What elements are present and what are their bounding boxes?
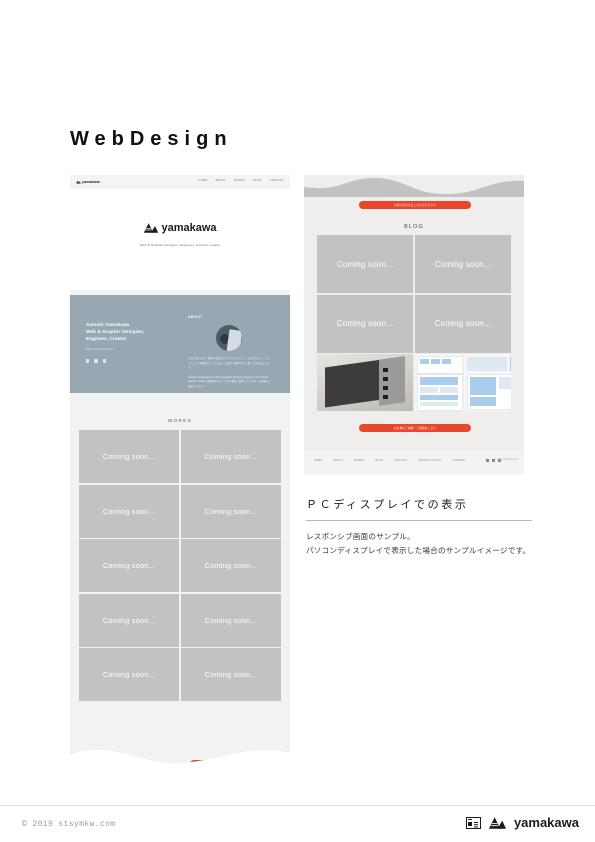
pc-footer-copyright: © 2019 stsymkw.com bbox=[494, 459, 518, 461]
pc-cta-top-label: お問い合わせはこちらからどうぞ bbox=[394, 203, 436, 207]
pc-footer-nav-blog[interactable]: BLOG bbox=[375, 459, 383, 462]
pc-cta-top-button[interactable]: お問い合わせはこちらからどうぞ bbox=[359, 201, 471, 209]
work-tile-label: Coming soon... bbox=[204, 452, 258, 461]
pc-footer-nav-contact[interactable]: CONTACT bbox=[394, 459, 407, 462]
mobile-about-paragraph-1: 山川と申します。神奈川を拠点にウェブとグラフィックのデザイン、フロントエンド開発… bbox=[188, 357, 270, 370]
work-tile[interactable]: Coming soon... bbox=[180, 593, 281, 647]
pc-footer-nav-about[interactable]: ABOUT bbox=[333, 459, 343, 462]
mountain-icon bbox=[144, 223, 159, 233]
mobile-about-more-button[interactable]: more bbox=[188, 395, 272, 399]
mobile-about-url[interactable]: https://stsymkw.com bbox=[86, 348, 174, 351]
pc-blog-grid: Coming soon... Coming soon... Coming soo… bbox=[317, 235, 511, 353]
mobile-hero-logo: yamakawa bbox=[143, 222, 217, 234]
blog-tile-label: Coming soon... bbox=[434, 319, 492, 328]
mobile-about-paragraph-2: Satoshi Yamakawa is a Web & Graphic Desi… bbox=[188, 375, 271, 388]
mobile-works-heading: WORKS bbox=[167, 418, 193, 423]
mobile-nav-item-about[interactable]: ABOUT bbox=[215, 179, 225, 182]
mobile-about-more-label: more bbox=[193, 395, 200, 399]
avatar bbox=[216, 325, 242, 351]
social-icon-1[interactable] bbox=[86, 359, 90, 363]
wireframe-thumbnail-a[interactable] bbox=[414, 354, 462, 411]
pc-blog-heading: BLOG bbox=[404, 224, 424, 230]
pc-cta-bottom-button[interactable]: お仕事のご依頼・ご相談はこちら bbox=[359, 424, 471, 432]
work-tile[interactable]: Coming soon... bbox=[180, 484, 281, 538]
mobile-topbar: yamakawa HOME ABOUT WORKS BLOG CONTACT bbox=[70, 175, 290, 189]
building-photo-thumbnail[interactable] bbox=[317, 354, 413, 411]
pc-mockup: お問い合わせはこちらからどうぞ BLOG Coming soon... Comi… bbox=[304, 175, 524, 475]
work-tile-label: Coming soon... bbox=[204, 561, 258, 570]
mobile-about-section: Satoshi Yamakawa Web & Graphic Designer,… bbox=[70, 295, 290, 399]
mountain-icon bbox=[76, 180, 81, 184]
pc-footer-nav-sitemap[interactable]: SITEMAP bbox=[453, 459, 465, 462]
browser-window-icon bbox=[465, 816, 481, 829]
mobile-hero-wordmark: yamakawa bbox=[161, 222, 217, 234]
footer-copyright: © 2019 stsymkw.com bbox=[22, 820, 116, 829]
work-tile[interactable]: Coming soon... bbox=[79, 648, 180, 701]
social-icon-2[interactable] bbox=[94, 359, 98, 363]
page-root: WebDesign yamakawa HOME ABOUT WORKS BLOG… bbox=[0, 0, 595, 842]
caption-divider bbox=[306, 520, 532, 521]
caption-block: ＰＣディスプレイでの表示 レスポンシブ画面のサンプル。 パソコンディスプレイで表… bbox=[306, 496, 532, 558]
blog-tile[interactable]: Coming soon... bbox=[414, 294, 511, 353]
mobile-about-name: Satoshi Yamakawa Web & Graphic Designer,… bbox=[86, 322, 145, 342]
footer-divider bbox=[0, 805, 595, 806]
pc-footer-nav-privacy[interactable]: PRIVACY POLICY bbox=[418, 459, 441, 462]
work-tile-label: Coming soon... bbox=[204, 506, 258, 516]
mountain-icon bbox=[488, 816, 506, 829]
blog-tile-label: Coming soon... bbox=[336, 319, 394, 328]
wireframe-thumbnail-b[interactable] bbox=[463, 354, 511, 411]
page-title: WebDesign bbox=[70, 128, 233, 150]
work-tile-label: Coming soon... bbox=[102, 452, 156, 461]
blog-tile[interactable]: Coming soon... bbox=[317, 235, 414, 293]
wave-divider-icon bbox=[304, 175, 524, 195]
caption-body: レスポンシブ画面のサンプル。 パソコンディスプレイで表示した場合のサンプルイメー… bbox=[306, 532, 531, 556]
work-tile-label: Coming soon... bbox=[102, 670, 156, 679]
mobile-nav: HOME ABOUT WORKS BLOG CONTACT bbox=[198, 179, 284, 182]
mobile-nav-item-works[interactable]: WORKS bbox=[234, 179, 245, 182]
mobile-about-right: ABOUT 山川と申します。神奈川を拠点にウェブとグラフィックのデザイン、フロン… bbox=[188, 315, 272, 399]
work-tile-label: Coming soon... bbox=[102, 506, 156, 516]
work-tile-label: Coming soon... bbox=[102, 561, 156, 570]
work-tile[interactable]: Coming soon... bbox=[79, 430, 180, 483]
work-tile[interactable]: Coming soon... bbox=[180, 539, 281, 592]
work-tile[interactable]: Coming soon... bbox=[180, 430, 281, 483]
work-tile-label: Coming soon... bbox=[204, 615, 258, 625]
caption-title: ＰＣディスプレイでの表示 bbox=[306, 499, 469, 511]
pc-footer-nav-works[interactable]: WORKS bbox=[354, 459, 364, 462]
footer-wordmark: yamakawa bbox=[513, 815, 579, 830]
mobile-hero-section: yamakawa HOME ABOUT WORKS BLOG CONTACT y… bbox=[70, 175, 290, 290]
pc-cta-bottom-label: お仕事のご依頼・ご相談はこちら bbox=[394, 426, 436, 430]
pc-footer: HOME ABOUT WORKS BLOG CONTACT PRIVACY PO… bbox=[304, 451, 524, 475]
mobile-mockup: yamakawa HOME ABOUT WORKS BLOG CONTACT y… bbox=[70, 175, 290, 775]
footer-brand: yamakawa bbox=[465, 815, 579, 830]
pc-thumbnail-row bbox=[317, 354, 511, 411]
mobile-social-links bbox=[86, 359, 174, 363]
work-tile[interactable]: Coming soon... bbox=[79, 593, 180, 647]
mobile-nav-item-home[interactable]: HOME bbox=[198, 179, 207, 182]
social-icon-3[interactable] bbox=[102, 359, 107, 363]
work-tile-label: Coming soon... bbox=[102, 615, 156, 625]
social-icon-1[interactable] bbox=[486, 459, 489, 462]
blog-tile[interactable]: Coming soon... bbox=[414, 235, 511, 293]
mobile-header-wordmark: yamakawa bbox=[82, 180, 100, 184]
blog-tile[interactable]: Coming soon... bbox=[317, 294, 414, 353]
pc-footer-nav-home[interactable]: HOME bbox=[314, 459, 322, 462]
arrow-icon bbox=[188, 395, 192, 399]
work-tile[interactable]: Coming soon... bbox=[79, 484, 180, 538]
mobile-works-grid: Coming soon... Coming soon... Coming soo… bbox=[79, 430, 281, 701]
mobile-nav-item-contact[interactable]: CONTACT bbox=[270, 179, 284, 182]
mobile-about-left: Satoshi Yamakawa Web & Graphic Designer,… bbox=[86, 321, 174, 363]
work-tile[interactable]: Coming soon... bbox=[79, 539, 180, 592]
mobile-header-logo[interactable]: yamakawa bbox=[76, 180, 100, 184]
mobile-hero-center: yamakawa Web & Graphic Designer, Enginee… bbox=[70, 221, 290, 247]
blog-tile-label: Coming soon... bbox=[336, 259, 394, 269]
pc-footer-nav: HOME ABOUT WORKS BLOG CONTACT PRIVACY PO… bbox=[314, 459, 465, 462]
mobile-about-heading: ABOUT bbox=[188, 315, 204, 319]
wave-divider-icon bbox=[70, 749, 290, 775]
blog-tile-label: Coming soon... bbox=[434, 259, 492, 269]
work-tile[interactable]: Coming soon... bbox=[180, 648, 281, 701]
mobile-nav-item-blog[interactable]: BLOG bbox=[253, 179, 261, 182]
mobile-hero-tagline: Web & Graphic Designer, Engineer, Conten… bbox=[139, 243, 221, 247]
work-tile-label: Coming soon... bbox=[204, 670, 258, 679]
